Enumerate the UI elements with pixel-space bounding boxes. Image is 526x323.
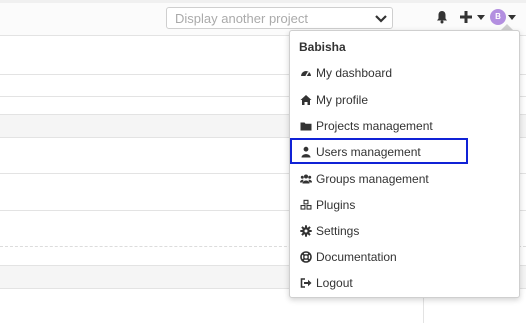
menu-item-label: Groups management [316,172,429,186]
menu-item-label: My profile [316,93,369,107]
menu-item-label: Plugins [316,198,356,212]
menu-item-label: Projects management [316,119,433,133]
caret-down-icon[interactable] [508,15,516,20]
users-icon [300,174,312,184]
menu-item-label: My dashboard [316,66,393,80]
user-avatar[interactable]: B [490,9,506,25]
folder-icon [300,122,312,131]
gear-icon [300,225,312,237]
project-select[interactable]: Display another project [166,7,393,29]
menu-item-plugins[interactable]: Plugins [290,194,519,218]
menu-item-my-dashboard[interactable]: My dashboard [290,62,519,86]
menu-item-documentation[interactable]: Documentation [290,246,519,270]
sign-out-icon [300,278,312,288]
menu-item-logout[interactable]: Logout [290,272,519,296]
menu-item-settings[interactable]: Settings [290,220,519,244]
plus-icon[interactable] [459,10,473,24]
navbar-top-border [0,0,526,3]
menu-item-projects-management[interactable]: Projects management [290,115,519,139]
user-dropdown-menu: Babisha My dashboard My profile Projects… [289,30,520,298]
caret-down-icon[interactable] [477,15,485,20]
life-ring-icon [300,251,312,263]
bell-icon[interactable] [435,10,449,24]
highlight-box [290,138,468,164]
chevron-down-icon [375,15,387,23]
menu-item-my-profile[interactable]: My profile [290,89,519,113]
menu-item-label: Logout [316,276,353,290]
home-icon [300,95,312,105]
cubes-icon [300,199,312,210]
dashboard-icon [301,71,311,77]
menu-item-groups-management[interactable]: Groups management [290,168,519,192]
menu-item-label: Settings [316,224,360,238]
project-select-placeholder: Display another project [175,11,308,26]
menu-item-label: Documentation [316,250,397,264]
dropdown-username: Babisha [299,40,346,54]
